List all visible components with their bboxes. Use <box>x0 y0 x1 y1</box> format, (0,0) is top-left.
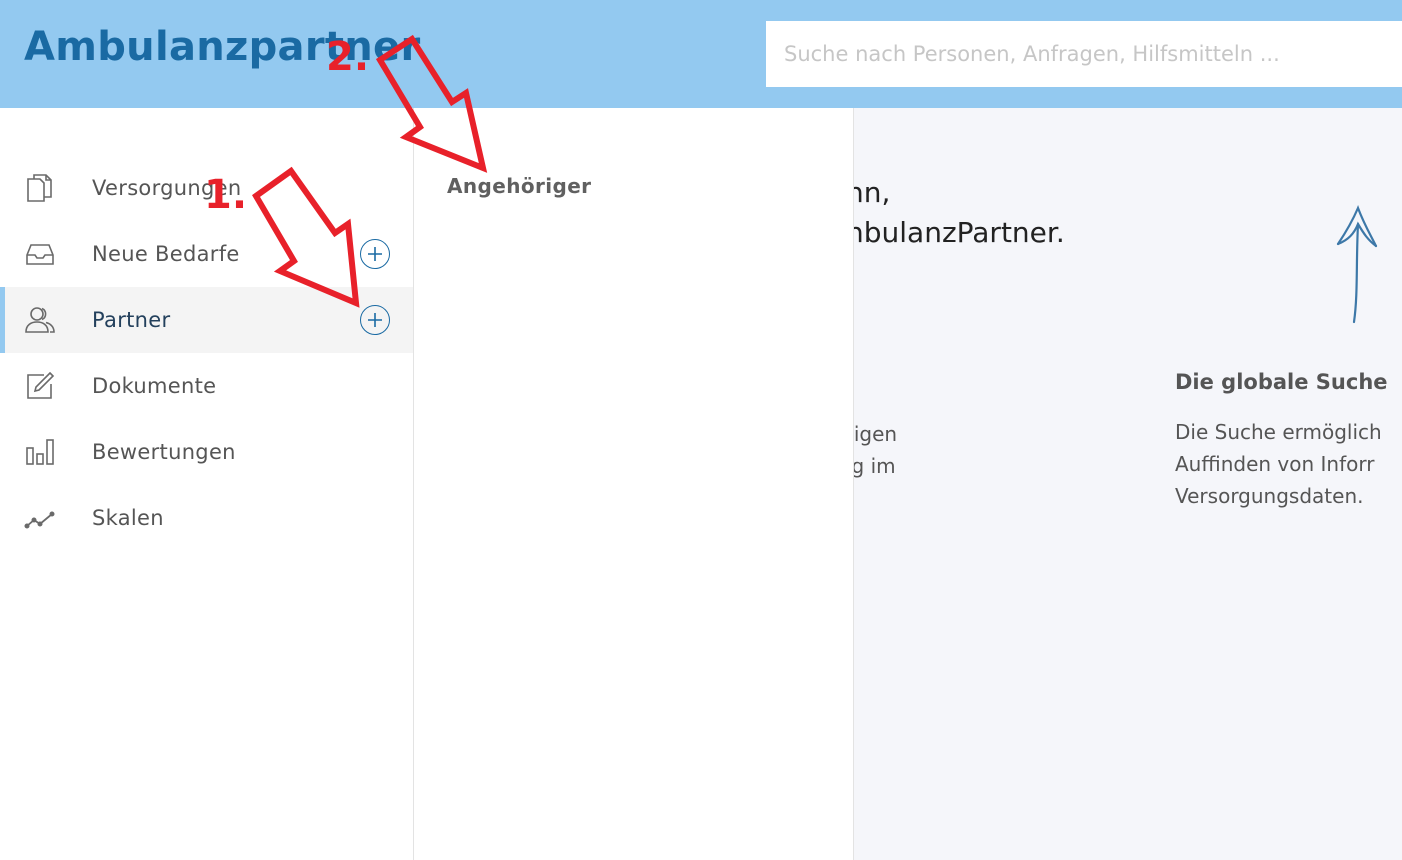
sidebar-item-label: Partner <box>92 308 171 332</box>
users-icon <box>22 302 58 338</box>
sidebar-item-label: Skalen <box>92 506 164 530</box>
feature-description: Die Suche ermöglich Auffinden von Inforr… <box>1175 416 1382 512</box>
sidebar-item-label: Dokumente <box>92 374 217 398</box>
intro-paragraph: tigen ıg im <box>854 418 897 482</box>
add-bedarf-button[interactable] <box>360 239 390 269</box>
global-search-input[interactable] <box>766 21 1402 87</box>
edit-icon <box>22 368 58 404</box>
welcome-greeting: nn, <box>854 176 891 209</box>
sidebar: Versorgungen Neue Bedarfe Partner Dokume… <box>0 108 414 860</box>
app-logo[interactable]: Ambulanzpartner <box>24 24 421 70</box>
intro-line: ıg im <box>854 454 896 478</box>
top-header: Ambulanzpartner <box>0 0 1402 108</box>
sidebar-item-label: Neue Bedarfe <box>92 242 240 266</box>
sidebar-item-partner[interactable]: Partner <box>0 287 413 353</box>
inbox-tray-icon <box>22 236 58 272</box>
sidebar-item-dokumente[interactable]: Dokumente <box>0 353 413 419</box>
feature-line: Die Suche ermöglich <box>1175 420 1382 444</box>
partner-submenu: Angehöriger <box>414 108 854 860</box>
feature-title: Die globale Suche <box>1175 370 1388 394</box>
sidebar-item-versorgungen[interactable]: Versorgungen <box>0 155 413 221</box>
bar-chart-icon <box>22 434 58 470</box>
sidebar-item-bewertungen[interactable]: Bewertungen <box>0 419 413 485</box>
documents-icon <box>22 170 58 206</box>
sidebar-item-label: Bewertungen <box>92 440 236 464</box>
sidebar-item-label: Versorgungen <box>92 176 242 200</box>
sidebar-item-neue-bedarfe[interactable]: Neue Bedarfe <box>0 221 413 287</box>
feature-line: Versorgungsdaten. <box>1175 484 1364 508</box>
submenu-item-angehoeriger[interactable]: Angehöriger <box>447 174 591 198</box>
feature-line: Auffinden von Inforr <box>1175 452 1375 476</box>
line-chart-icon <box>22 500 58 536</box>
add-partner-button[interactable] <box>360 305 390 335</box>
welcome-subtitle: nbulanzPartner. <box>854 216 1065 249</box>
sidebar-item-skalen[interactable]: Skalen <box>0 485 413 551</box>
hand-drawn-arrow-icon <box>1336 205 1378 324</box>
main-content: nn, nbulanzPartner. tigen ıg im Die glob… <box>854 108 1402 860</box>
intro-line: tigen <box>854 422 898 446</box>
